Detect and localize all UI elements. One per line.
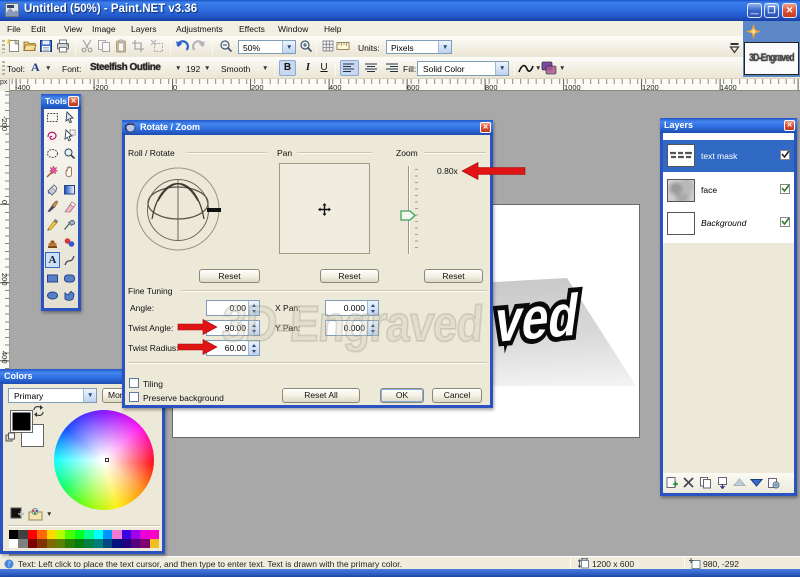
svg-text:?: ? <box>7 560 10 568</box>
svg-text:ved: ved <box>491 281 583 355</box>
